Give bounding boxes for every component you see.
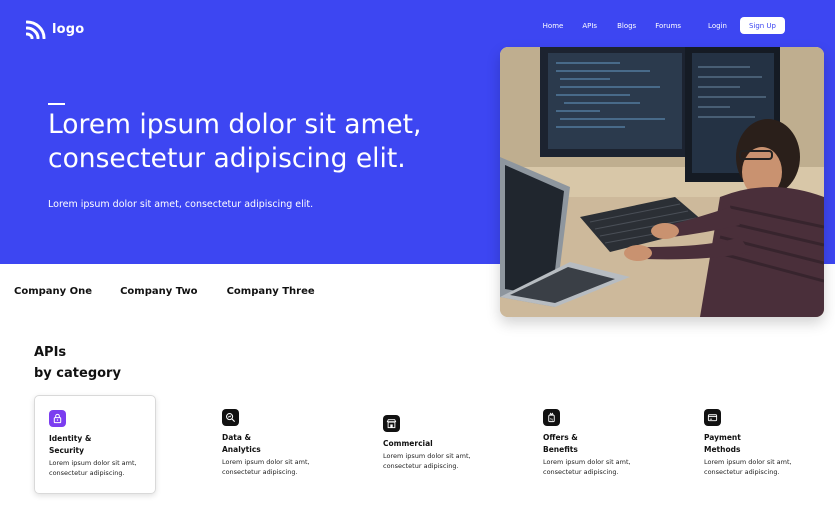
apis-title-line-1: APIs <box>34 345 67 360</box>
card-description: Lorem ipsum dolor sit amt, consectetur a… <box>222 457 316 477</box>
card-title: Data & Analytics <box>222 432 316 456</box>
card-description: Lorem ipsum dolor sit amt, consectetur a… <box>704 457 798 477</box>
card-desc-line-2: consectetur adipiscing. <box>704 468 780 476</box>
nav-forums[interactable]: Forums <box>655 22 681 30</box>
card-title-line-2: Methods <box>704 445 741 454</box>
top-nav: Home APIs Blogs Forums Login Sign Up <box>543 17 785 34</box>
apis-title-line-2: by category <box>34 366 121 381</box>
hero-photo <box>500 47 824 317</box>
category-card-identity-security[interactable]: Identity & Security Lorem ipsum dolor si… <box>34 395 156 494</box>
nav-login[interactable]: Login <box>708 22 727 30</box>
card-title: Payment Methods <box>704 432 798 456</box>
card-title-line-2: Analytics <box>222 445 261 454</box>
lock-icon <box>49 410 66 427</box>
card-desc-line-1: Lorem ipsum dolor sit amt, <box>704 458 792 466</box>
companies-row: Company One Company Two Company Three <box>14 286 315 297</box>
card-description: Lorem ipsum dolor sit amt, consectetur a… <box>543 457 637 477</box>
category-card-payment-methods[interactable]: Payment Methods Lorem ipsum dolor sit am… <box>690 395 812 494</box>
card-title-line-1: Data & <box>222 433 252 442</box>
hero-title-line-2: consectetur adipiscing elit. <box>48 143 406 174</box>
nav-blogs[interactable]: Blogs <box>617 22 636 30</box>
logo-text: logo <box>52 22 85 37</box>
card-desc-line-2: consectetur adipiscing. <box>383 462 459 470</box>
analytics-search-icon <box>222 409 239 426</box>
hero-title-line-1: Lorem ipsum dolor sit amet, <box>48 109 422 140</box>
card-desc-line-1: Lorem ipsum dolor sit amt, <box>222 458 310 466</box>
company-two: Company Two <box>120 286 198 297</box>
category-card-data-analytics[interactable]: Data & Analytics Lorem ipsum dolor sit a… <box>208 395 330 494</box>
landing-page: logo Home APIs Blogs Forums Login Sign U… <box>0 0 835 513</box>
card-title: Commercial <box>383 438 477 450</box>
category-card-commercial[interactable]: Commercial Lorem ipsum dolor sit amt, co… <box>369 395 491 494</box>
card-title-line-1: Identity & <box>49 434 92 443</box>
card-title-line-1: Payment <box>704 433 741 442</box>
hero-title: Lorem ipsum dolor sit amet, consectetur … <box>48 108 478 176</box>
company-one: Company One <box>14 286 93 297</box>
card-title-line-1: Commercial <box>383 439 433 448</box>
signup-button[interactable]: Sign Up <box>739 17 785 34</box>
card-desc-line-2: consectetur adipiscing. <box>543 468 619 476</box>
company-three: Company Three <box>226 286 315 297</box>
card-description: Lorem ipsum dolor sit amt, consectetur a… <box>383 451 477 471</box>
store-icon <box>383 415 400 432</box>
card-title-line-1: Offers & <box>543 433 578 442</box>
rss-logo-icon <box>26 20 46 39</box>
category-card-offers-benefits[interactable]: % Offers & Benefits Lorem ipsum dolor si… <box>529 395 651 494</box>
card-desc-line-2: consectetur adipiscing. <box>49 469 125 477</box>
card-desc-line-1: Lorem ipsum dolor sit amt, <box>49 459 137 467</box>
card-description: Lorem ipsum dolor sit amt, consectetur a… <box>49 458 141 478</box>
card-desc-line-1: Lorem ipsum dolor sit amt, <box>543 458 631 466</box>
gift-icon: % <box>543 409 560 426</box>
card-title-line-2: Benefits <box>543 445 578 454</box>
card-desc-line-1: Lorem ipsum dolor sit amt, <box>383 452 471 460</box>
hero-accent-dash <box>48 103 65 105</box>
nav-home[interactable]: Home <box>543 22 564 30</box>
svg-text:%: % <box>550 417 554 421</box>
card-title: Identity & Security <box>49 433 141 457</box>
card-desc-line-2: consectetur adipiscing. <box>222 468 298 476</box>
nav-apis[interactable]: APIs <box>582 22 597 30</box>
card-title-line-2: Security <box>49 446 85 455</box>
logo[interactable]: logo <box>26 20 84 39</box>
card-payment-icon <box>704 409 721 426</box>
apis-section-title: APIs by category <box>34 342 121 384</box>
card-title: Offers & Benefits <box>543 432 637 456</box>
hero-subtitle: Lorem ipsum dolor sit amet, consectetur … <box>48 199 314 210</box>
